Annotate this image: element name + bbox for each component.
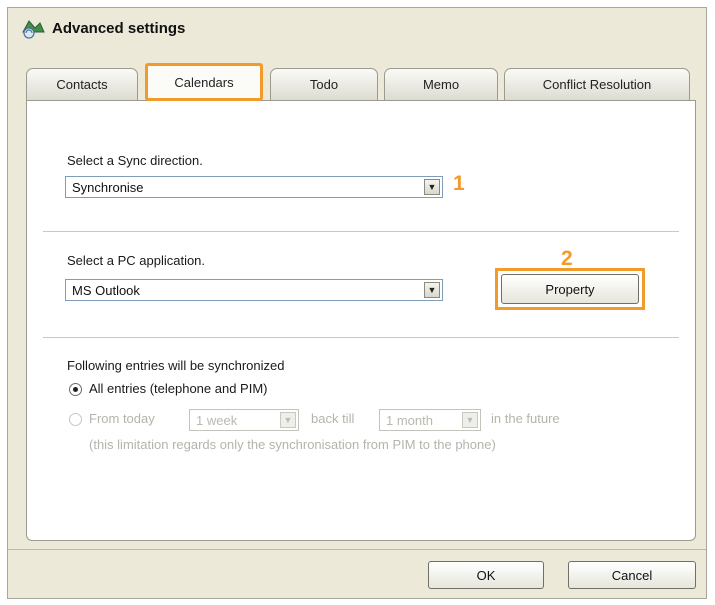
radio-all-entries[interactable] [69, 383, 82, 396]
entries-heading: Following entries will be synchronized [67, 358, 285, 373]
tab-todo[interactable]: Todo [270, 68, 378, 100]
property-button[interactable]: Property [501, 274, 639, 304]
title-bar: Advanced settings [8, 8, 706, 48]
from-today-label: From today [89, 411, 155, 426]
window-title: Advanced settings [52, 19, 186, 37]
divider [43, 231, 679, 232]
cancel-button[interactable]: Cancel [568, 561, 696, 589]
back-period-select[interactable]: 1 week ▼ [189, 409, 299, 431]
step-marker-1: 1 [453, 172, 465, 195]
dropdown-arrow-icon[interactable]: ▼ [462, 412, 478, 428]
tab-calendars[interactable]: Calendars [145, 63, 263, 101]
sync-direction-select[interactable]: Synchronise ▼ [65, 176, 443, 198]
calendars-panel: Select a Sync direction. Synchronise ▼ 1… [26, 100, 696, 541]
tab-conflict-resolution[interactable]: Conflict Resolution [504, 68, 690, 100]
future-period-select[interactable]: 1 month ▼ [379, 409, 481, 431]
ok-button[interactable]: OK [428, 561, 544, 589]
advanced-settings-window: Advanced settings Contacts Calendars Tod… [7, 7, 707, 599]
tab-memo[interactable]: Memo [384, 68, 498, 100]
future-label: in the future [491, 411, 560, 426]
tab-conflict-resolution-label: Conflict Resolution [542, 77, 652, 92]
sync-direction-value: Synchronise [72, 179, 144, 195]
sync-direction-label: Select a Sync direction. [67, 153, 203, 168]
pc-application-select[interactable]: MS Outlook ▼ [65, 279, 443, 301]
tab-calendars-label: Calendars [174, 74, 234, 90]
pc-application-label: Select a PC application. [67, 253, 206, 268]
dropdown-arrow-icon[interactable]: ▼ [280, 412, 296, 428]
tab-todo-label: Todo [309, 77, 339, 92]
ok-button-label: OK [476, 567, 496, 583]
limitation-note: (this limitation regards only the synchr… [89, 437, 496, 452]
pc-application-value: MS Outlook [72, 282, 140, 298]
tab-memo-label: Memo [422, 77, 460, 92]
back-till-label: back till [311, 411, 355, 426]
property-button-label: Property [545, 281, 595, 297]
footer-divider [8, 549, 706, 550]
dropdown-arrow-icon[interactable]: ▼ [424, 179, 440, 195]
future-period-value: 1 month [386, 412, 433, 428]
tab-contacts-label: Contacts [56, 77, 108, 92]
tab-contacts[interactable]: Contacts [26, 68, 138, 100]
all-entries-label: All entries (telephone and PIM) [89, 381, 268, 396]
divider [43, 337, 679, 338]
back-period-value: 1 week [196, 412, 238, 428]
sync-app-icon [22, 20, 45, 39]
radio-from-today[interactable] [69, 413, 82, 426]
cancel-button-label: Cancel [611, 567, 653, 583]
dropdown-arrow-icon[interactable]: ▼ [424, 282, 440, 298]
